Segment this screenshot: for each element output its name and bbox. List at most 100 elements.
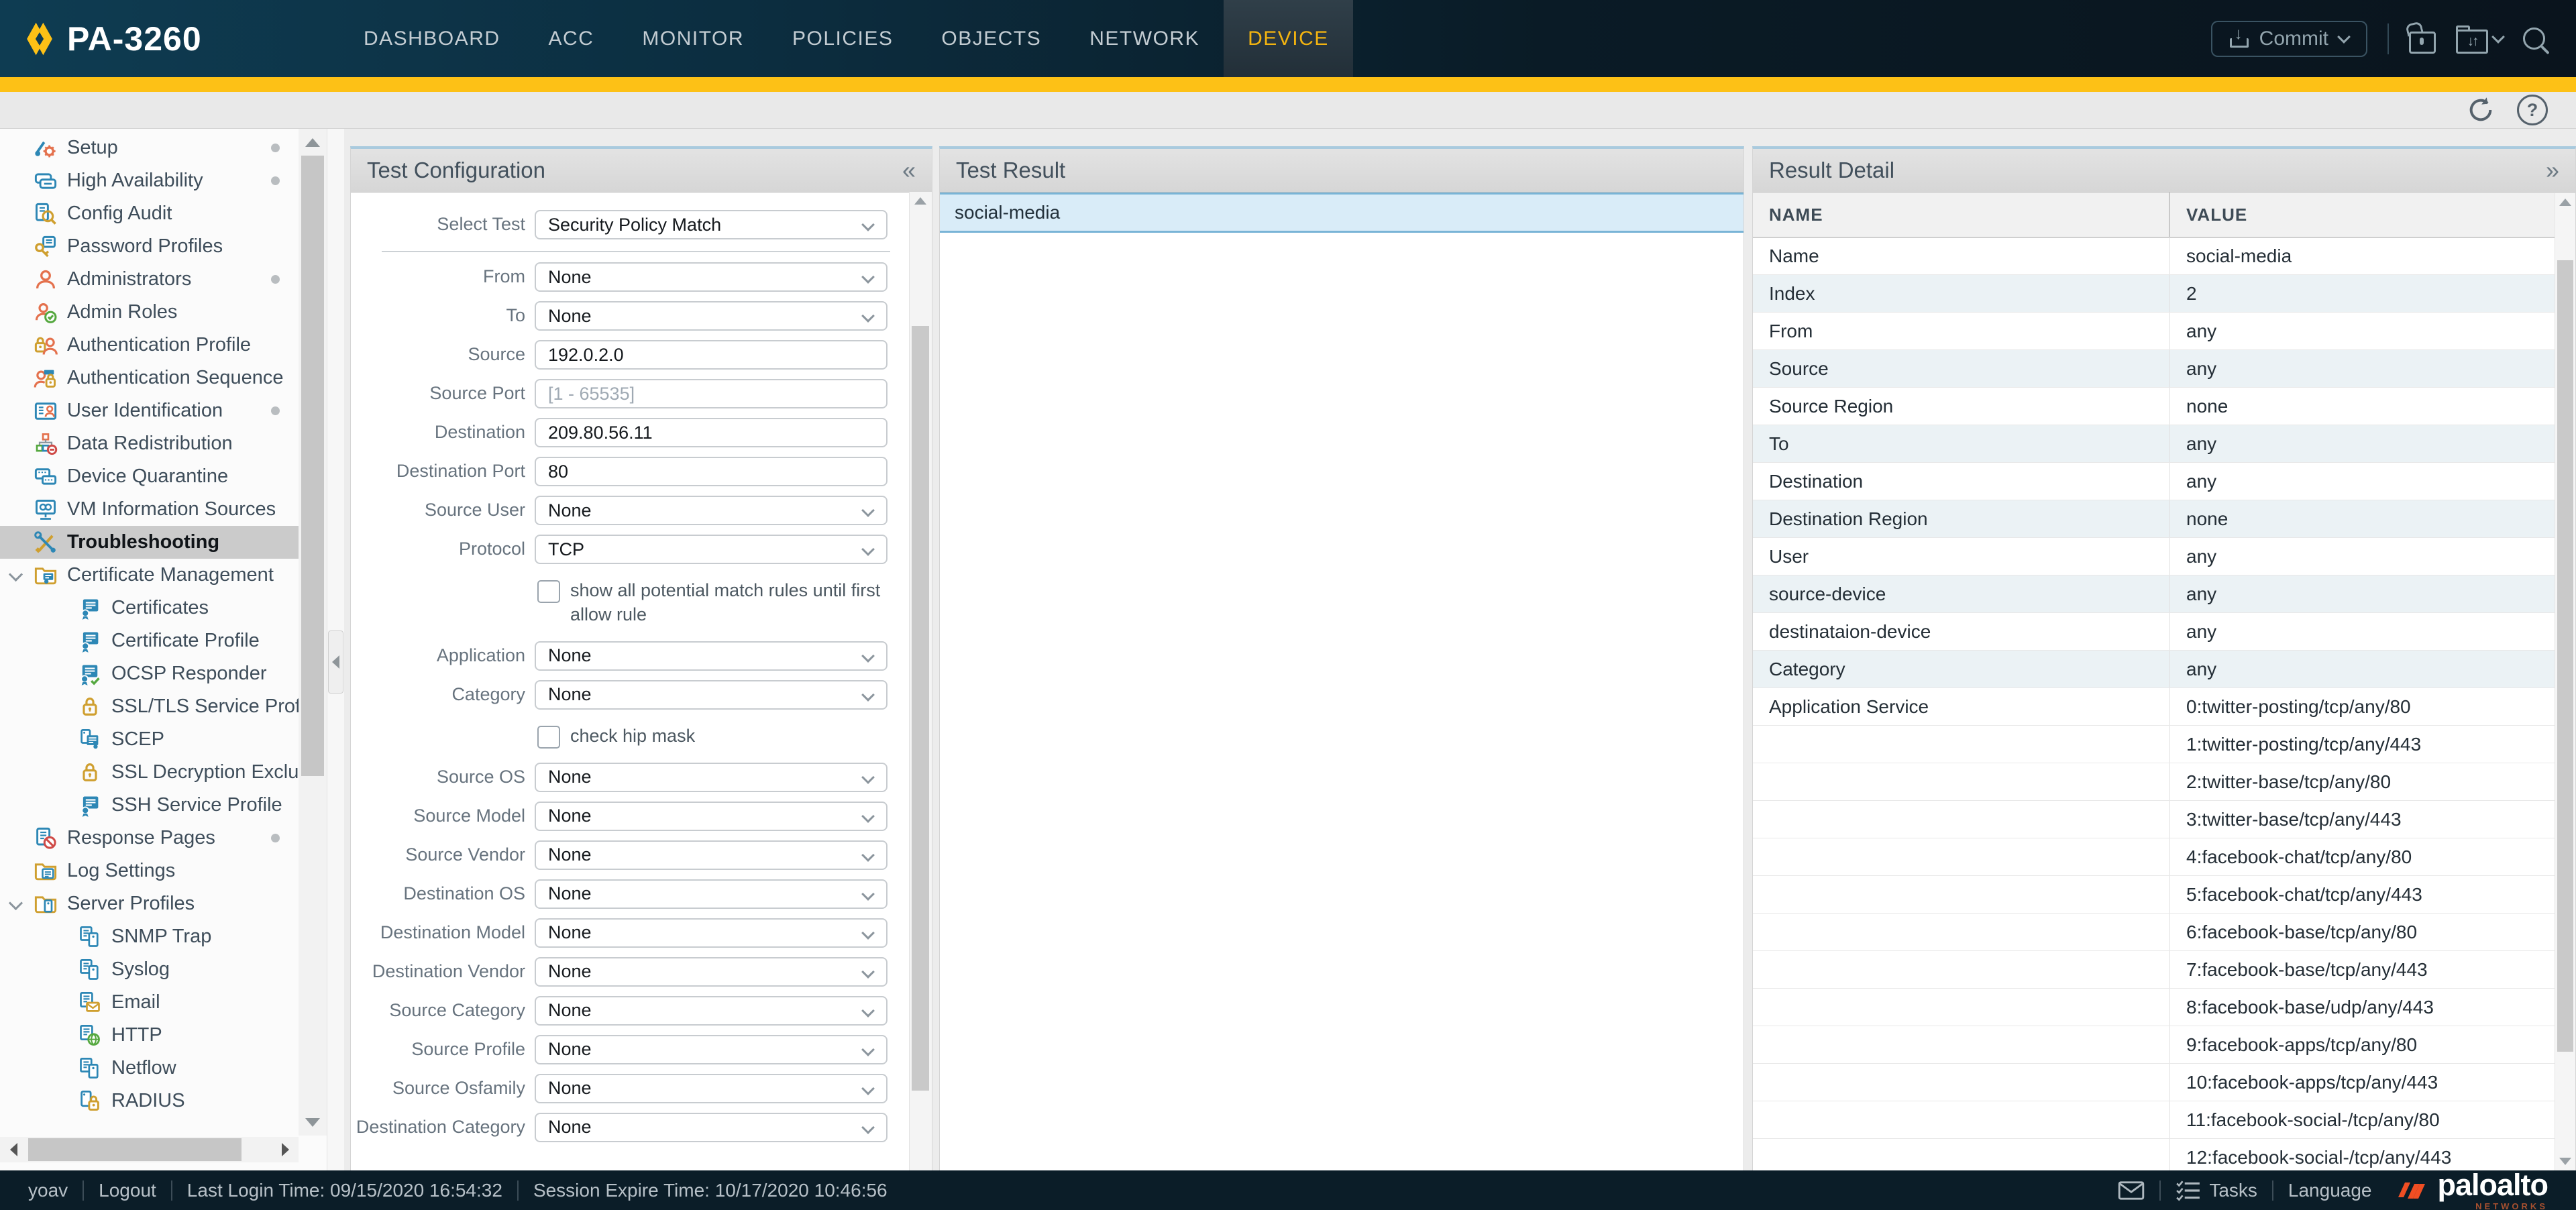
chevron-down-icon <box>2337 30 2351 44</box>
from-dropdown[interactable]: None <box>535 262 888 292</box>
mail-icon[interactable] <box>2118 1180 2145 1201</box>
sidebar-item-email[interactable]: Email <box>0 986 299 1019</box>
sidebar-item-ssl-tls-service-profile[interactable]: SSL/TLS Service Profile <box>0 690 299 723</box>
category-dropdown[interactable]: None <box>535 680 888 710</box>
high-availability-icon <box>34 169 58 193</box>
destination-os-dropdown[interactable]: None <box>535 879 888 909</box>
scroll-down-button[interactable] <box>2559 1158 2571 1165</box>
config-import-export-button[interactable]: ↓↑ <box>2456 24 2503 54</box>
sidebar-horizontal-scrollbar[interactable] <box>0 1137 299 1162</box>
checkbox-check-hip-mask[interactable] <box>537 726 560 749</box>
collapse-panel-icon[interactable]: « <box>902 156 916 184</box>
checkbox-show-all-potential-match-rules[interactable] <box>537 580 560 603</box>
tab-policies[interactable]: POLICIES <box>768 0 917 77</box>
topbar-divider <box>2387 23 2389 54</box>
scroll-down-button[interactable] <box>299 1109 327 1136</box>
sidebar-item-high-availability[interactable]: High Availability <box>0 164 299 197</box>
sidebar-item-admin-roles[interactable]: Admin Roles <box>0 296 299 329</box>
scrollbar-thumb[interactable] <box>2557 260 2573 1052</box>
source-category-dropdown[interactable]: None <box>535 996 888 1026</box>
scrollbar-thumb[interactable] <box>301 156 324 776</box>
sidebar-item-ssl-decryption-exclusion[interactable]: SSL Decryption Exclusion <box>0 756 299 789</box>
tab-device[interactable]: DEVICE <box>1224 0 1353 77</box>
sidebar-item-certificates[interactable]: Certificates <box>0 592 299 624</box>
config-lock-icon[interactable] <box>2409 32 2436 54</box>
scrollbar-thumb[interactable] <box>912 326 929 1091</box>
select-test-dropdown[interactable]: Security Policy Match <box>535 210 888 239</box>
source-user-dropdown[interactable]: None <box>535 496 888 525</box>
sidebar-item-http[interactable]: HTTP <box>0 1019 299 1052</box>
logout-link[interactable]: Logout <box>99 1180 156 1201</box>
sidebar-item-administrators[interactable]: Administrators <box>0 263 299 296</box>
sidebar-item-certificate-management[interactable]: Certificate Management <box>0 559 299 592</box>
tab-network[interactable]: NETWORK <box>1065 0 1224 77</box>
refresh-icon[interactable] <box>2466 95 2496 125</box>
sidebar-item-setup[interactable]: Setup <box>0 131 299 164</box>
protocol-dropdown[interactable]: TCP <box>535 535 888 564</box>
field-value: None <box>548 767 592 787</box>
source-vendor-dropdown[interactable]: None <box>535 840 888 870</box>
scrollbar-thumb[interactable] <box>28 1138 241 1161</box>
sidebar-vertical-scrollbar[interactable] <box>299 129 327 1136</box>
sidebar-item-label: SSH Service Profile <box>111 794 299 816</box>
destination-model-dropdown[interactable]: None <box>535 918 888 948</box>
sidebar-item-password-profiles[interactable]: Password Profiles <box>0 230 299 263</box>
tab-dashboard[interactable]: DASHBOARD <box>339 0 525 77</box>
destination-input[interactable]: 209.80.56.11 <box>535 418 888 447</box>
scroll-up-button[interactable] <box>2559 199 2571 206</box>
tasks-checklist-icon[interactable] <box>2176 1180 2201 1201</box>
sidebar-item-ocsp-responder[interactable]: OCSP Responder <box>0 657 299 690</box>
to-dropdown[interactable]: None <box>535 301 888 331</box>
sidebar-item-server-profiles[interactable]: Server Profiles <box>0 887 299 920</box>
source-model-dropdown[interactable]: None <box>535 802 888 831</box>
sidebar-item-netflow[interactable]: Netflow <box>0 1052 299 1085</box>
sidebar-item-config-audit[interactable]: Config Audit <box>0 197 299 230</box>
sidebar-item-syslog[interactable]: Syslog <box>0 953 299 986</box>
sidebar-item-device-quarantine[interactable]: Device Quarantine <box>0 460 299 493</box>
destination-vendor-dropdown[interactable]: None <box>535 957 888 987</box>
source-os-dropdown[interactable]: None <box>535 763 888 792</box>
destination-port-input[interactable]: 80 <box>535 457 888 486</box>
sidebar-item-radius[interactable]: RADIUS <box>0 1085 299 1117</box>
sidebar-item-data-redistribution[interactable]: Data Redistribution <box>0 427 299 460</box>
sidebar-item-scep[interactable]: SCEP <box>0 723 299 756</box>
scroll-left-button[interactable] <box>0 1137 27 1162</box>
global-search-icon[interactable] <box>2523 28 2545 50</box>
scroll-up-button[interactable] <box>914 197 926 205</box>
sidebar-item-response-pages[interactable]: Response Pages <box>0 822 299 855</box>
source-input[interactable]: 192.0.2.0 <box>535 340 888 370</box>
detail-vertical-scrollbar[interactable] <box>2555 193 2575 1170</box>
sidebar-item-ssh-service-profile[interactable]: SSH Service Profile <box>0 789 299 822</box>
detail-value-cell: 7:facebook-base/tcp/any/443 <box>2170 951 2428 988</box>
detail-name-cell <box>1753 1026 2170 1063</box>
sidebar-item-user-identification[interactable]: User Identification <box>0 394 299 427</box>
tab-objects[interactable]: OBJECTS <box>917 0 1065 77</box>
application-dropdown[interactable]: None <box>535 641 888 671</box>
sidebar-item-certificate-profile[interactable]: Certificate Profile <box>0 624 299 657</box>
tab-acc[interactable]: ACC <box>525 0 619 77</box>
source-port-input[interactable]: [1 - 65535] <box>535 379 888 408</box>
source-osfamily-dropdown[interactable]: None <box>535 1074 888 1103</box>
chevron-down-icon[interactable] <box>9 896 23 910</box>
sidebar-item-authentication-profile[interactable]: Authentication Profile <box>0 329 299 362</box>
tasks-button[interactable]: Tasks <box>2209 1180 2257 1201</box>
sidebar-item-vm-information-sources[interactable]: VM Information Sources <box>0 493 299 526</box>
chevron-down-icon[interactable] <box>9 567 23 582</box>
sidebar-item-snmp-trap[interactable]: SNMP Trap <box>0 920 299 953</box>
test-result-row[interactable]: social-media <box>940 192 1743 233</box>
tab-monitor[interactable]: MONITOR <box>618 0 768 77</box>
sidebar-collapse-handle[interactable] <box>328 630 343 694</box>
panel-vertical-scrollbar[interactable] <box>909 192 932 1170</box>
language-button[interactable]: Language <box>2288 1180 2372 1201</box>
sidebar-item-authentication-sequence[interactable]: Authentication Sequence <box>0 362 299 394</box>
sidebar-item-log-settings[interactable]: Log Settings <box>0 855 299 887</box>
commit-button[interactable]: Commit <box>2211 21 2367 57</box>
scroll-up-button[interactable] <box>299 129 327 156</box>
collapse-panel-icon[interactable]: » <box>2546 156 2559 184</box>
scroll-right-button[interactable] <box>272 1137 299 1162</box>
authentication-sequence-icon <box>34 366 58 390</box>
destination-category-dropdown[interactable]: None <box>535 1113 888 1142</box>
source-profile-dropdown[interactable]: None <box>535 1035 888 1064</box>
sidebar-item-troubleshooting[interactable]: Troubleshooting <box>0 526 299 559</box>
help-icon[interactable]: ? <box>2517 95 2548 125</box>
